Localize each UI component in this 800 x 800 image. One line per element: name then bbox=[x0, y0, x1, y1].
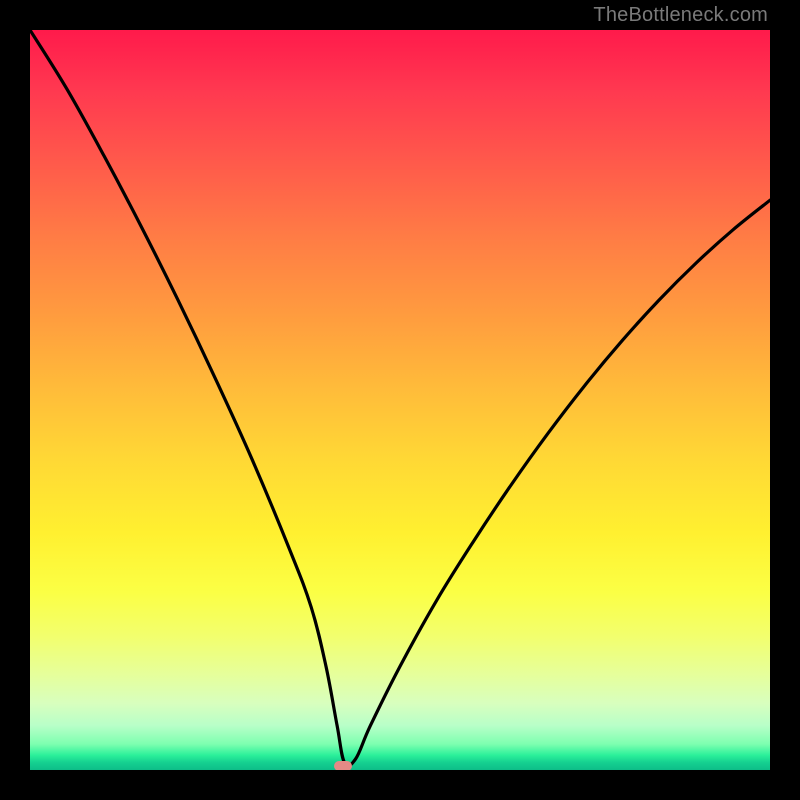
chart-frame: TheBottleneck.com bbox=[0, 0, 800, 800]
min-marker bbox=[334, 761, 352, 770]
plot-area bbox=[30, 30, 770, 770]
bottleneck-curve bbox=[30, 30, 770, 770]
watermark-text: TheBottleneck.com bbox=[593, 4, 768, 27]
